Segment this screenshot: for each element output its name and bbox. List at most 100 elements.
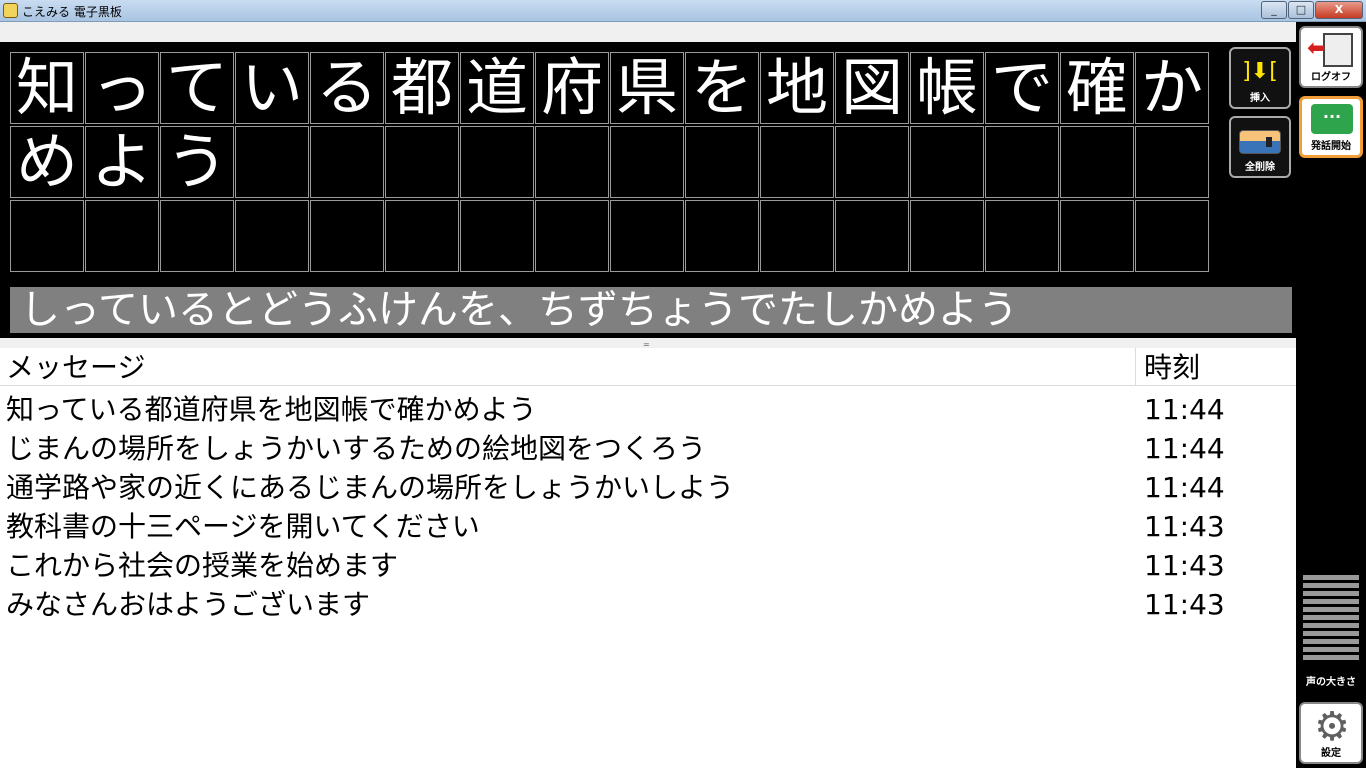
grid-cell[interactable]: で: [985, 52, 1059, 124]
grid-cell[interactable]: [385, 126, 459, 198]
volume-label: 声の大きさ: [1306, 677, 1356, 688]
message-time: 11:43: [1144, 588, 1225, 621]
grid-cell[interactable]: [160, 200, 234, 272]
maximize-button[interactable]: □: [1288, 1, 1314, 19]
grid-cell[interactable]: [310, 126, 384, 198]
grid-cell[interactable]: 府: [535, 52, 609, 124]
grid-cell[interactable]: [235, 200, 309, 272]
volume-bar: [1303, 615, 1359, 620]
grid-cell[interactable]: い: [235, 52, 309, 124]
grid-cell[interactable]: [310, 200, 384, 272]
grid-cell[interactable]: を: [685, 52, 759, 124]
gear-icon: ⚙: [1314, 704, 1350, 750]
grid-cell[interactable]: [1135, 126, 1209, 198]
grid-cell[interactable]: か: [1135, 52, 1209, 124]
grid-cell[interactable]: [1060, 126, 1134, 198]
eraser-icon: [1239, 130, 1281, 154]
door-icon: [1323, 33, 1353, 67]
grid-cell[interactable]: 確: [1060, 52, 1134, 124]
grid-cell[interactable]: 道: [460, 52, 534, 124]
table-row[interactable]: これから社会の授業を始めます 11:43: [0, 546, 1296, 585]
grid-cell[interactable]: [685, 200, 759, 272]
message-text: 教科書の十三ページを開いてください: [6, 510, 480, 543]
grid-cell[interactable]: [10, 200, 84, 272]
logoff-button[interactable]: ⬅ ログオフ: [1299, 26, 1363, 88]
volume-bar: [1303, 631, 1359, 636]
close-button[interactable]: X: [1315, 1, 1363, 19]
volume-bar: [1303, 583, 1359, 588]
character-grid[interactable]: 知っている都道府県を地図帳で確かめよう: [10, 52, 1212, 274]
grid-cell[interactable]: [985, 200, 1059, 272]
table-row[interactable]: じまんの場所をしょうかいするための絵地図をつくろう 11:44: [0, 429, 1296, 468]
volume-bar: [1303, 647, 1359, 652]
grid-cell[interactable]: [985, 126, 1059, 198]
grid-cell[interactable]: [610, 200, 684, 272]
grid-cell[interactable]: [535, 200, 609, 272]
app-icon: [3, 3, 18, 18]
grid-cell[interactable]: て: [160, 52, 234, 124]
speak-start-label: 発話開始: [1311, 141, 1351, 152]
grid-cell[interactable]: 帳: [910, 52, 984, 124]
grid-cell[interactable]: [385, 200, 459, 272]
volume-bar: [1303, 591, 1359, 596]
grid-cell[interactable]: [685, 126, 759, 198]
grid-cell[interactable]: [535, 126, 609, 198]
grid-cell[interactable]: [1060, 200, 1134, 272]
title-bar: こえみる 電子黒板 _ □ X: [0, 0, 1366, 22]
speak-start-button[interactable]: ··· 発話開始: [1299, 96, 1363, 158]
message-text: じまんの場所をしょうかいするための絵地図をつくろう: [6, 432, 707, 465]
table-row[interactable]: 知っている都道府県を地図帳で確かめよう 11:44: [0, 390, 1296, 429]
grid-cell[interactable]: [835, 126, 909, 198]
grid-cell[interactable]: 図: [835, 52, 909, 124]
message-text: みなさんおはようございます: [6, 588, 371, 621]
splitter[interactable]: =: [0, 338, 1296, 349]
grid-cell[interactable]: [85, 200, 159, 272]
message-time: 11:43: [1144, 549, 1225, 582]
table-row[interactable]: みなさんおはようございます 11:43: [0, 585, 1296, 624]
grid-cell[interactable]: 地: [760, 52, 834, 124]
insert-icon: ]⬇[: [1242, 59, 1278, 84]
grid-cell[interactable]: よ: [85, 126, 159, 198]
volume-bar: [1303, 599, 1359, 604]
grid-cell[interactable]: 県: [610, 52, 684, 124]
grid-cell[interactable]: 知: [10, 52, 84, 124]
message-list: メッセージ 時刻 知っている都道府県を地図帳で確かめよう 11:44 じまんの場所を…: [0, 348, 1296, 768]
volume-bar: [1303, 623, 1359, 628]
grid-cell[interactable]: め: [10, 126, 84, 198]
message-time: 11:44: [1144, 471, 1225, 504]
volume-bar: [1303, 639, 1359, 644]
clear-all-button[interactable]: 全削除: [1229, 116, 1291, 178]
table-row[interactable]: 通学路や家の近くにあるじまんの場所をしょうかいしよう 11:44: [0, 468, 1296, 507]
grid-cell[interactable]: [235, 126, 309, 198]
grid-cell[interactable]: [835, 200, 909, 272]
logoff-label: ログオフ: [1311, 72, 1351, 83]
message-text: 知っている都道府県を地図帳で確かめよう: [6, 393, 537, 426]
grid-cell[interactable]: [910, 126, 984, 198]
column-header-time[interactable]: 時刻: [1144, 348, 1294, 386]
column-header-message[interactable]: メッセージ: [6, 348, 1136, 386]
grid-cell[interactable]: [460, 200, 534, 272]
grid-cell[interactable]: [760, 200, 834, 272]
window-title: こえみる 電子黒板: [22, 5, 122, 19]
grid-cell[interactable]: [760, 126, 834, 198]
grid-cell[interactable]: [460, 126, 534, 198]
list-header: メッセージ 時刻: [0, 348, 1296, 386]
grid-cell[interactable]: っ: [85, 52, 159, 124]
minimize-button[interactable]: _: [1261, 1, 1287, 19]
grid-cell[interactable]: [1135, 200, 1209, 272]
message-time: 11:44: [1144, 393, 1225, 426]
insert-button[interactable]: ]⬇[ 挿入: [1229, 47, 1291, 109]
settings-label: 設定: [1321, 748, 1341, 759]
volume-bar: [1303, 607, 1359, 612]
toolbar-strip: [0, 22, 1296, 42]
grid-cell[interactable]: う: [160, 126, 234, 198]
message-text: 通学路や家の近くにあるじまんの場所をしょうかいしよう: [6, 471, 735, 504]
grid-cell[interactable]: 都: [385, 52, 459, 124]
settings-button[interactable]: ⚙ 設定: [1299, 702, 1363, 764]
grid-cell[interactable]: [610, 126, 684, 198]
grid-cell[interactable]: る: [310, 52, 384, 124]
message-time: 11:44: [1144, 432, 1225, 465]
grid-cell[interactable]: [910, 200, 984, 272]
table-row[interactable]: 教科書の十三ページを開いてください 11:43: [0, 507, 1296, 546]
volume-meter[interactable]: [1303, 575, 1359, 665]
